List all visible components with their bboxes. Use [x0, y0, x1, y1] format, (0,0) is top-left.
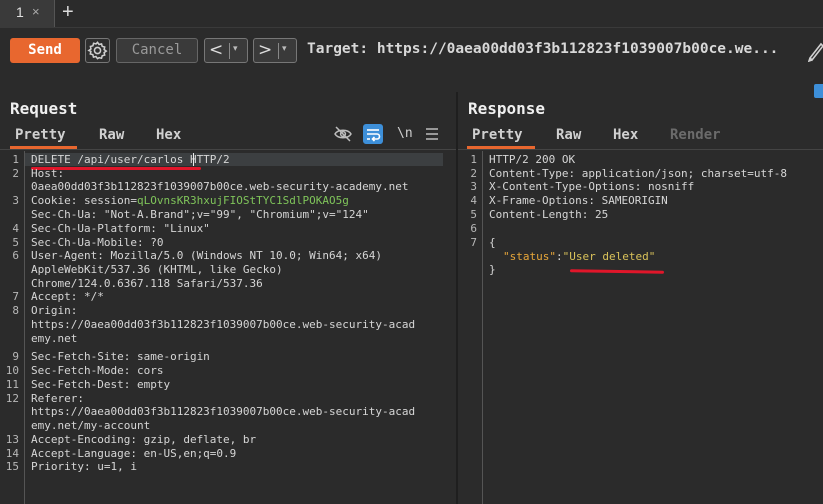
- header-mobile: Sec-Ch-Ua-Mobile: ?0: [31, 236, 164, 249]
- header-referer-name: Referer:: [31, 392, 84, 405]
- header-fetch-site: Sec-Fetch-Site: same-origin: [31, 350, 210, 363]
- line-gutter: 1 2 3 4 5 6 7 8 9 10 11 12 13 14 15: [0, 151, 25, 504]
- json-close-brace: }: [489, 263, 496, 276]
- line-number: 15: [5, 460, 19, 473]
- line-number: 4: [12, 222, 19, 235]
- status-line: HTTP/2 200 OK: [489, 153, 576, 166]
- request-tab-raw[interactable]: Raw: [99, 127, 124, 143]
- text-caret: [193, 153, 194, 166]
- header-sec-ch-ua: Sec-Ch-Ua: "Not-A.Brand";v="99", "Chromi…: [31, 208, 369, 221]
- chevron-down-icon[interactable]: ▾: [282, 43, 287, 54]
- back-button[interactable]: < ▾: [204, 38, 248, 63]
- header-origin-value: https://0aea00dd03f3b112823f1039007b00ce…: [31, 318, 416, 331]
- wrap-icon[interactable]: [363, 124, 383, 144]
- response-tabs-divider: [458, 149, 823, 150]
- header-user-agent: User-Agent: Mozilla/5.0 (Windows NT 10.0…: [31, 249, 382, 262]
- header-fetch-dest: Sec-Fetch-Dest: empty: [31, 378, 171, 391]
- response-tab-hex[interactable]: Hex: [613, 127, 638, 143]
- header-host-value: 0aea00dd03f3b112823f1039007b00ce.web-sec…: [31, 180, 409, 193]
- header-cookie: Cookie: session=qLOvnsKR3hxujFIOStTYC1Sd…: [31, 194, 349, 208]
- request-tabs-divider: [0, 149, 456, 150]
- inspector-toggle[interactable]: [814, 84, 823, 98]
- header-user-agent-cont: Chrome/124.0.6367.118 Safari/537.36: [31, 277, 263, 290]
- json-status-entry: "status":"User deleted": [503, 250, 655, 264]
- hide-icon[interactable]: [334, 124, 352, 144]
- line-number: 2: [470, 167, 477, 180]
- gear-icon: [87, 41, 108, 60]
- line-number: 1: [470, 153, 477, 166]
- send-button[interactable]: Send: [10, 38, 80, 63]
- tab-1-label: 1: [16, 4, 24, 20]
- line-gutter: 1 2 3 4 5 6 7: [458, 151, 483, 504]
- header-content-type: Content-Type: application/json; charset=…: [489, 167, 788, 180]
- header-fetch-mode: Sec-Fetch-Mode: cors: [31, 364, 164, 377]
- request-editor[interactable]: 1 2 3 4 5 6 7 8 9 10 11 12 13 14 15 DELE…: [0, 151, 456, 504]
- cancel-button[interactable]: Cancel: [116, 38, 198, 63]
- forward-arrow-icon: >: [258, 40, 273, 60]
- line-number: 1: [12, 153, 19, 166]
- line-number: 14: [5, 447, 19, 460]
- header-content-type-options: X-Content-Type-Options: nosniff: [489, 180, 695, 193]
- header-frame-options: X-Frame-Options: SAMEORIGIN: [489, 194, 668, 207]
- response-editor[interactable]: 1 2 3 4 5 6 7 HTTP/2 200 OK Content-Type…: [458, 151, 823, 504]
- response-tab-render[interactable]: Render: [670, 127, 721, 143]
- json-key: "status": [503, 250, 556, 263]
- line-number: 5: [470, 208, 477, 221]
- header-referer-value-cont: emy.net/my-account: [31, 419, 151, 432]
- line-number: 9: [12, 350, 19, 363]
- header-referer-value: https://0aea00dd03f3b112823f1039007b00ce…: [31, 405, 416, 418]
- response-title: Response: [468, 99, 546, 118]
- header-content-length: Content-Length: 25: [489, 208, 609, 221]
- forward-button[interactable]: > ▾: [253, 38, 297, 63]
- header-origin-name: Origin:: [31, 304, 78, 317]
- json-colon: :: [555, 250, 563, 263]
- line-number: 11: [5, 378, 19, 391]
- header-accept-encoding: Accept-Encoding: gzip, deflate, br: [31, 433, 257, 446]
- line-number: 10: [5, 364, 19, 377]
- tab-1[interactable]: 1 ×: [0, 0, 55, 27]
- line-number: 2: [12, 167, 19, 180]
- edit-icon[interactable]: [808, 38, 823, 62]
- line-number: 3: [12, 194, 19, 207]
- menu-icon[interactable]: [426, 127, 438, 141]
- annotation-underline: [569, 269, 665, 274]
- header-priority: Priority: u=1, i: [31, 460, 137, 473]
- request-tab-hex[interactable]: Hex: [156, 127, 181, 143]
- header-accept-language: Accept-Language: en-US,en;q=0.9: [31, 447, 237, 460]
- divider: [278, 43, 279, 59]
- divider: [229, 43, 230, 59]
- line-number: 7: [12, 290, 19, 303]
- response-tab-raw[interactable]: Raw: [556, 127, 581, 143]
- cookie-value: qLOvnsKR3hxujFIOStTYC1SdlPOKAO5g: [136, 194, 349, 207]
- tab-close-icon[interactable]: ×: [32, 4, 40, 19]
- json-value: "User deleted": [562, 250, 656, 263]
- header-host-name: Host:: [31, 167, 65, 180]
- json-open-brace: {: [489, 236, 496, 249]
- request-tab-pretty[interactable]: Pretty: [15, 127, 66, 143]
- line-number: 6: [12, 249, 19, 262]
- line-number: 4: [470, 194, 477, 207]
- response-tab-pretty[interactable]: Pretty: [472, 127, 523, 143]
- line-number: 5: [12, 236, 19, 249]
- request-line: DELETE /api/user/carlos HTTP/2: [31, 153, 230, 166]
- target-url[interactable]: Target: https://0aea00dd03f3b112823f1039…: [307, 41, 778, 57]
- line-number: 12: [5, 392, 19, 405]
- add-tab-button[interactable]: +: [62, 1, 74, 24]
- line-number: 13: [5, 433, 19, 446]
- line-number: 8: [12, 304, 19, 317]
- line-number: 7: [470, 236, 477, 249]
- tab-bar: 1 × +: [0, 0, 823, 28]
- cookie-name: Cookie: session=: [31, 194, 137, 207]
- newline-toggle[interactable]: \n: [397, 126, 413, 141]
- header-platform: Sec-Ch-Ua-Platform: "Linux": [31, 222, 210, 235]
- header-accept: Accept: */*: [31, 290, 104, 303]
- header-origin-value-cont: emy.net: [31, 332, 78, 345]
- line-number: 6: [470, 222, 477, 235]
- settings-button[interactable]: [85, 38, 110, 63]
- back-arrow-icon: <: [209, 40, 224, 60]
- request-title: Request: [10, 99, 78, 118]
- chevron-down-icon[interactable]: ▾: [233, 43, 238, 54]
- line-number: 3: [470, 180, 477, 193]
- header-user-agent-cont: AppleWebKit/537.36 (KHTML, like Gecko): [31, 263, 283, 276]
